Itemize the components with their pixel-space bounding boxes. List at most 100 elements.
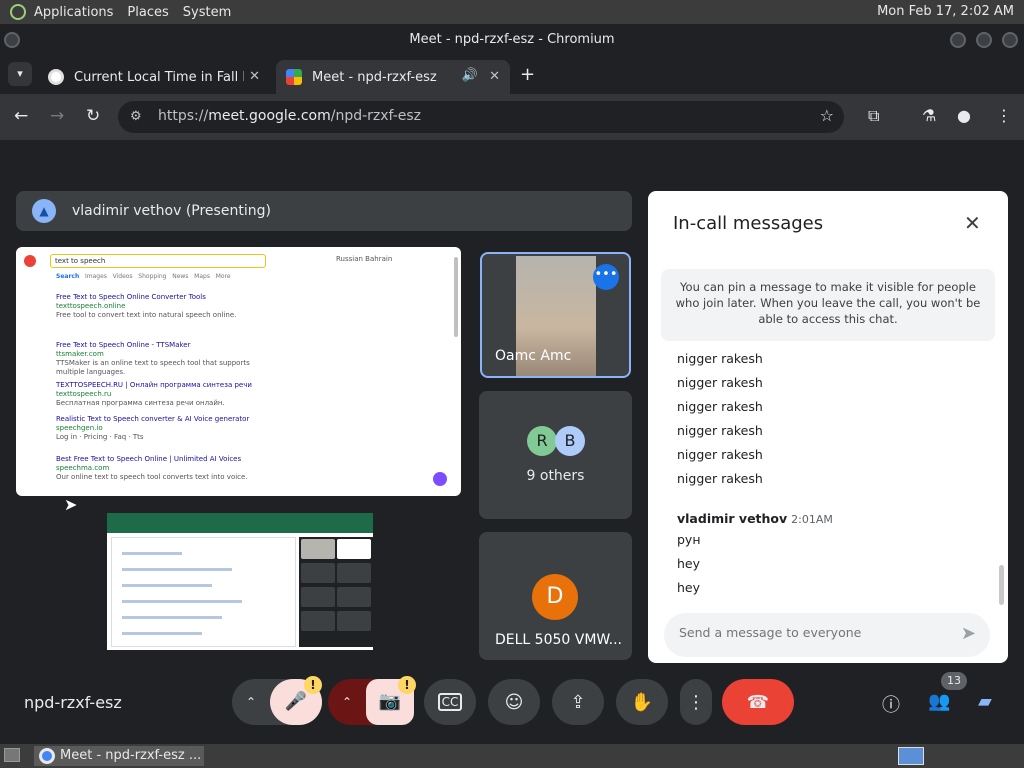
reactions-button[interactable]: ☺ [488, 679, 540, 725]
tab-search-chevron-icon[interactable]: ▾ [8, 62, 32, 86]
places-menu[interactable]: Places [127, 5, 168, 20]
participants-count-badge: 13 [941, 672, 967, 690]
participant-tile-oamc[interactable]: ••• Оamc Amc [480, 252, 631, 378]
extensions-icon[interactable]: ⧉ [868, 106, 879, 126]
chromium-icon [39, 748, 55, 764]
chat-message: рун [677, 532, 701, 547]
google-logo-icon [24, 255, 36, 267]
camera-warning-badge: ! [398, 676, 416, 694]
workspace-switcher[interactable] [898, 747, 924, 765]
applications-menu[interactable]: Applications [34, 5, 113, 20]
chat-scrollbar[interactable] [999, 565, 1004, 605]
meeting-details-icon[interactable]: ⓘ [882, 691, 900, 717]
close-panel-icon[interactable]: ✕ [964, 211, 981, 235]
tab-close-icon[interactable]: ✕ [489, 69, 500, 84]
present-screen-icon: ⇪ [570, 691, 586, 713]
profile-icon[interactable]: ● [957, 106, 971, 125]
message-sender: vladimir vethov 2:01AM [677, 511, 833, 526]
avatar: D [532, 574, 578, 620]
participant-name: Оamc Amc [495, 348, 572, 364]
address-bar[interactable]: ⚙ https://meet.google.com/npd-rzxf-esz ☆ [118, 101, 844, 133]
tab-title: Meet - npd-rzxf-esz [312, 69, 437, 85]
meet-favicon-icon [286, 69, 302, 85]
url-text[interactable]: https://meet.google.com/npd-rzxf-esz [158, 108, 421, 124]
in-call-messages-panel: In-call messages ✕ You can pin a message… [648, 191, 1008, 663]
camera-options-chevron-icon[interactable]: ⌃ [342, 695, 352, 709]
more-vert-icon: ⋮ [687, 691, 705, 713]
pin-info-banner: You can pin a message to make it visible… [661, 269, 995, 341]
avatar: R [527, 426, 557, 456]
mouse-pointer-icon: ➤ [64, 495, 78, 514]
send-icon[interactable]: ➤ [961, 623, 976, 644]
avatar: B [555, 426, 585, 456]
others-label: 9 others [526, 468, 585, 484]
shared-assistant-icon [433, 472, 447, 486]
raise-hand-button[interactable]: ✋ [616, 679, 668, 725]
system-menus: Applications Places System [10, 4, 231, 20]
preview-tiles [299, 537, 373, 647]
menu-kebab-icon[interactable]: ⋮ [996, 106, 1012, 125]
chat-icon[interactable]: ▰ [978, 691, 992, 712]
window-title: Meet - npd-rzxf-esz - Chromium [409, 32, 615, 47]
show-desktop-icon[interactable] [4, 748, 20, 762]
chat-message: hey [677, 580, 701, 595]
emoji-icon: ☺ [504, 691, 524, 713]
shared-top-right: Russian Bahrain [336, 255, 393, 263]
shared-screen-main[interactable]: text to speech Russian Bahrain Search Im… [16, 247, 461, 496]
present-button[interactable]: ⇪ [552, 679, 604, 725]
new-tab-button[interactable]: + [520, 64, 535, 85]
panel-title: In-call messages [673, 213, 824, 234]
back-icon[interactable]: ← [14, 106, 28, 126]
self-presentation-preview[interactable] [107, 513, 373, 662]
search-result: TEXTTOSPEECH.RU | Онлайн программа синте… [56, 381, 252, 407]
message-input[interactable] [679, 625, 939, 640]
search-result: Free Text to Speech Online - TTSMaker tt… [56, 341, 250, 376]
leave-call-button[interactable]: ☎ [722, 679, 794, 725]
participant-tile-others[interactable]: R B 9 others [479, 391, 632, 519]
taskbar-window-button[interactable]: Meet - npd-rzxf-esz ... [34, 746, 204, 766]
presenting-label: vladimir vethov (Presenting) [72, 203, 271, 219]
captions-button[interactable]: CC [424, 679, 476, 725]
shared-scrollbar [454, 257, 458, 337]
system-menu[interactable]: System [183, 5, 231, 20]
mic-options-chevron-icon[interactable]: ⌃ [246, 695, 256, 709]
chat-composer[interactable]: ➤ [664, 613, 990, 657]
forward-icon[interactable]: → [50, 106, 64, 126]
tab-meet[interactable]: Meet - npd-rzxf-esz 🔊 ✕ [276, 60, 510, 94]
search-result: Realistic Text to Speech converter & AI … [56, 415, 250, 441]
chat-message: nigger rakesh [677, 471, 763, 486]
reload-icon[interactable]: ↻ [86, 106, 100, 126]
more-options-button[interactable]: ⋮ [680, 679, 712, 725]
tab-current-local-time[interactable]: Current Local Time in Fall Ri ✕ [38, 60, 270, 94]
participant-tile-dell[interactable]: D DELL 5050 VMW... [479, 532, 632, 660]
chat-message: nigger rakesh [677, 351, 763, 366]
window-menu-icon[interactable] [4, 32, 20, 48]
mic-warning-badge: ! [304, 676, 322, 694]
search-result: Best Free Text to Speech Online | Unlimi… [56, 455, 248, 481]
maximize-icon[interactable] [976, 32, 992, 48]
message-time: 2:01AM [791, 513, 833, 526]
preview-controls [107, 650, 373, 662]
window-titlebar: Meet - npd-rzxf-esz - Chromium [0, 24, 1024, 56]
system-clock[interactable]: Mon Feb 17, 2:02 AM [877, 4, 1014, 19]
chat-message: nigger rakesh [677, 399, 763, 414]
tab-close-icon[interactable]: ✕ [249, 69, 260, 84]
shared-search-tabs: Search Images Videos Shopping News Maps … [56, 273, 231, 280]
close-window-icon[interactable] [1002, 32, 1018, 48]
labs-flask-icon[interactable]: ⚗ [922, 106, 936, 125]
chat-message: nigger rakesh [677, 447, 763, 462]
more-options-button[interactable]: ••• [593, 264, 619, 290]
system-top-panel: Applications Places System Mon Feb 17, 2… [0, 0, 1024, 24]
system-bottom-panel: Meet - npd-rzxf-esz ... [0, 744, 1024, 768]
minimize-icon[interactable] [950, 32, 966, 48]
tab-strip: ▾ Current Local Time in Fall Ri ✕ Meet -… [0, 56, 1024, 94]
preview-browser-bar [107, 513, 373, 533]
site-info-icon[interactable]: ⚙ [130, 109, 142, 124]
people-icon[interactable]: 👥 [928, 691, 950, 712]
chat-message: hey [677, 556, 701, 571]
bookmark-star-icon[interactable]: ☆ [820, 106, 834, 125]
search-result: Free Text to Speech Online Converter Too… [56, 293, 237, 319]
chat-message: nigger rakesh [677, 423, 763, 438]
presenting-banner: ▲ vladimir vethov (Presenting) [16, 191, 632, 231]
tab-audio-icon[interactable]: 🔊 [462, 68, 478, 83]
